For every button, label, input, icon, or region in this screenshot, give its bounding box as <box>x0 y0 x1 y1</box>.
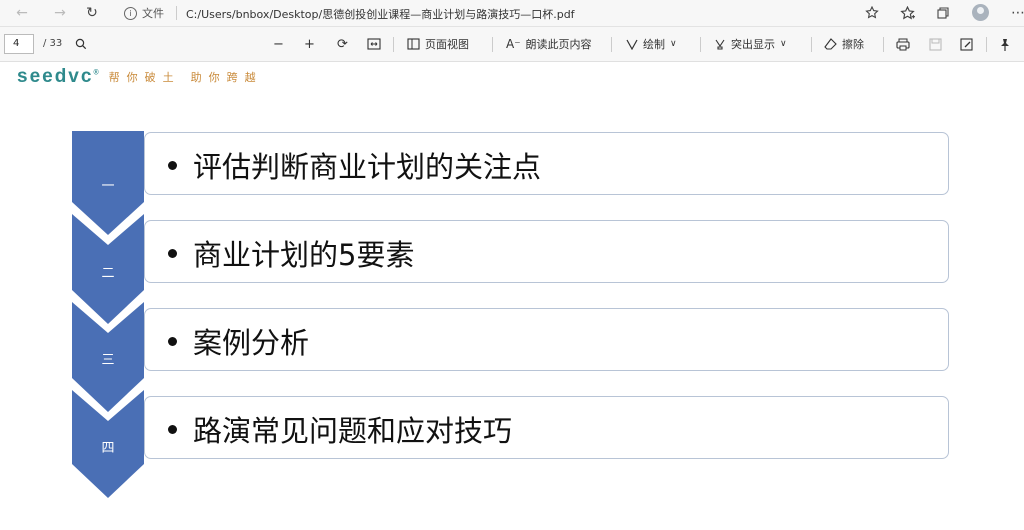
agenda-item-text: 案例分析 <box>193 326 310 360</box>
toolbar-divider <box>986 37 987 52</box>
agenda-item-text: 路演常见问题和应对技巧 <box>193 414 513 448</box>
pdf-toolbar: 4 / 33 − + ⟳ 页面视图 A⁻ 朗读此页内容 绘制 ∨ 突出显示 ∨ … <box>0 27 1024 62</box>
bullet-icon <box>168 336 177 346</box>
rotate-button[interactable]: ⟳ <box>337 34 348 54</box>
page-view-button[interactable]: 页面视图 <box>407 34 469 54</box>
pin-toolbar-button[interactable] <box>999 34 1011 54</box>
site-info[interactable]: i 文件 <box>124 5 164 21</box>
read-aloud-button[interactable]: A⁻ 朗读此页内容 <box>506 34 592 54</box>
fit-page-button[interactable] <box>367 34 381 54</box>
save-icon <box>929 37 942 51</box>
agenda-item-1: 评估判断商业计划的关注点 <box>144 132 949 195</box>
plus-icon: + <box>304 36 315 52</box>
search-button[interactable] <box>75 34 87 54</box>
eraser-icon <box>824 38 837 50</box>
refresh-icon[interactable]: ↻ <box>82 3 102 23</box>
address-url[interactable]: C:/Users/bnbox/Desktop/思德创投创业课程—商业计划与路演技… <box>186 6 575 22</box>
agenda-item-2: 商业计划的5要素 <box>144 220 949 283</box>
agenda-item-text: 评估判断商业计划的关注点 <box>193 150 542 184</box>
rotate-icon: ⟳ <box>337 36 348 52</box>
save-button[interactable] <box>929 34 942 54</box>
address-label: 文件 <box>142 7 164 20</box>
erase-button[interactable]: 擦除 <box>824 34 864 54</box>
save-as-icon <box>960 37 973 51</box>
bullet-icon <box>168 248 177 258</box>
toolbar-divider <box>700 37 701 52</box>
print-button[interactable] <box>896 34 910 54</box>
page-number-input[interactable]: 4 <box>4 34 34 54</box>
bullet-icon <box>168 160 177 170</box>
highlight-label: 突出显示 <box>731 38 775 51</box>
page-view-icon <box>407 38 420 50</box>
read-aloud-label: 朗读此页内容 <box>525 38 592 51</box>
read-aloud-icon: A⁻ <box>506 37 521 51</box>
agenda-item-4: 路演常见问题和应对技巧 <box>144 396 949 459</box>
toolbar-divider <box>811 37 812 52</box>
search-icon <box>75 38 87 50</box>
page-total: / 33 <box>43 38 63 49</box>
bullet-icon <box>168 424 177 434</box>
print-icon <box>896 38 910 50</box>
browser-address-bar: ← → ↻ i 文件 C:/Users/bnbox/Desktop/思德创投创业… <box>0 0 1024 27</box>
agenda-item-text: 商业计划的5要素 <box>193 238 415 272</box>
agenda-number-3: 三 <box>101 353 115 368</box>
highlight-icon <box>715 39 725 50</box>
chevron-down-icon: ∨ <box>670 38 677 49</box>
highlight-button[interactable]: 突出显示 ∨ <box>714 34 787 54</box>
fit-width-icon <box>367 38 381 50</box>
agenda-number-4: 四 <box>101 441 115 456</box>
toolbar-divider <box>883 37 884 52</box>
erase-label: 擦除 <box>842 38 864 51</box>
slogan-right: 助你跨越 <box>190 71 263 84</box>
zoom-in-button[interactable]: + <box>304 34 315 54</box>
read-mode-icon[interactable] <box>862 3 882 23</box>
toolbar-divider <box>611 37 612 52</box>
back-arrow-icon[interactable]: ← <box>12 3 32 23</box>
profile-avatar[interactable] <box>972 4 989 21</box>
page-view-label: 页面视图 <box>425 38 469 51</box>
agenda-number-1: 一 <box>101 179 115 194</box>
zoom-out-button[interactable]: − <box>273 34 284 54</box>
draw-icon <box>626 39 638 50</box>
draw-label: 绘制 <box>643 38 665 51</box>
toolbar-divider <box>492 37 493 52</box>
agenda-number-2: 二 <box>101 266 115 281</box>
agenda-item-3: 案例分析 <box>144 308 949 371</box>
draw-button[interactable]: 绘制 ∨ <box>626 34 677 54</box>
favorite-star-icon[interactable] <box>897 3 917 23</box>
address-divider <box>176 6 177 20</box>
agenda-chevrons <box>72 131 144 498</box>
more-menu-icon[interactable]: ⋯ <box>1008 3 1024 23</box>
chevron-down-icon: ∨ <box>780 38 787 49</box>
toolbar-divider <box>393 37 394 52</box>
pdf-page: seedvc® 帮你破土 助你跨越 一 二 三 四 评估判断商业计划的关注点 商… <box>0 62 1024 530</box>
pin-icon <box>1001 38 1009 51</box>
forward-arrow-icon[interactable]: → <box>50 3 70 23</box>
info-icon: i <box>124 6 137 20</box>
collections-icon[interactable] <box>933 3 953 23</box>
minus-icon: − <box>273 36 284 52</box>
save-as-button[interactable] <box>960 34 973 54</box>
